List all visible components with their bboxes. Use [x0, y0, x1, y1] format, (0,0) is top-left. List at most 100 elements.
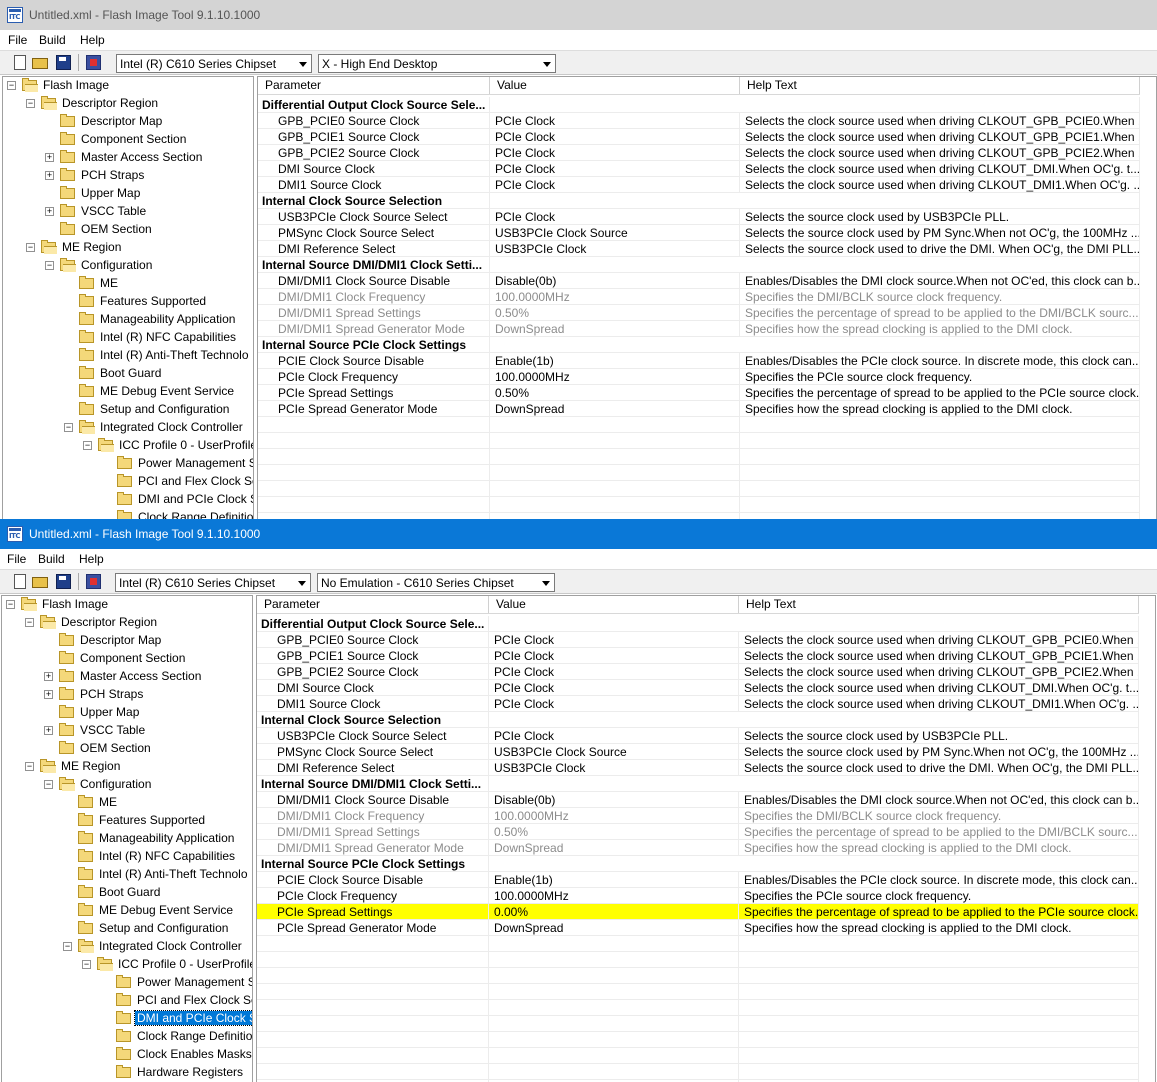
tree-node[interactable]: − Flash Image: [3, 77, 253, 95]
table-row[interactable]: PCIe Clock Frequency 100.0000MHz Specifies…: [257, 888, 1139, 904]
tree-node-label[interactable]: ME Region: [59, 759, 122, 773]
tree-node-label[interactable]: Descriptor Region: [60, 96, 160, 110]
value-cell[interactable]: PCIe Clock: [489, 680, 739, 696]
tree-node-label[interactable]: OEM Section: [79, 222, 154, 236]
tree-node[interactable]: + PCH Straps: [3, 167, 253, 185]
chevron-down-icon[interactable]: [295, 55, 311, 72]
tree-node-label[interactable]: PCH Straps: [78, 687, 145, 701]
tree-node[interactable]: Clock Range Definitio: [3, 509, 253, 519]
tree-node[interactable]: Manageability Application: [2, 830, 252, 848]
emulation-select[interactable]: X - High End Desktop: [318, 54, 556, 73]
save-icon[interactable]: [56, 574, 71, 589]
tree-node-label[interactable]: PCI and Flex Clock Set: [135, 993, 252, 1007]
tree-node[interactable]: + PCH Straps: [2, 686, 252, 704]
tree-node[interactable]: Boot Guard: [2, 884, 252, 902]
tree-node-label[interactable]: Master Access Section: [78, 669, 203, 683]
tree-node-label[interactable]: PCI and Flex Clock Set: [136, 474, 253, 488]
chevron-down-icon[interactable]: [294, 574, 310, 591]
navigation-tree[interactable]: − Flash Image − Descriptor Region Descriptor…: [1, 595, 253, 1082]
column-header-parameter[interactable]: Parameter: [258, 77, 490, 94]
tree-node[interactable]: Component Section: [3, 131, 253, 149]
collapse-icon[interactable]: −: [26, 99, 35, 108]
tree-node[interactable]: Descriptor Map: [3, 113, 253, 131]
column-header-value[interactable]: Value: [490, 77, 740, 94]
tree-node-label[interactable]: Configuration: [79, 258, 154, 272]
tree-node-label[interactable]: Component Section: [78, 651, 187, 665]
collapse-icon[interactable]: −: [25, 618, 34, 627]
tree-node[interactable]: Upper Map: [3, 185, 253, 203]
tree-node[interactable]: Descriptor Map: [2, 632, 252, 650]
collapse-icon[interactable]: −: [82, 960, 91, 969]
open-folder-icon[interactable]: [32, 577, 48, 588]
table-row[interactable]: PCIe Spread Generator Mode DownSpread Spec…: [258, 401, 1140, 417]
table-row[interactable]: GPB_PCIE1 Source Clock PCIe Clock Selects …: [257, 648, 1139, 664]
value-cell[interactable]: USB3PCIe Clock: [490, 241, 740, 257]
table-row[interactable]: PCIe Clock Frequency 100.0000MHz Specifies…: [258, 369, 1140, 385]
emulation-select[interactable]: No Emulation - C610 Series Chipset: [317, 573, 555, 592]
tree-node[interactable]: Intel (R) NFC Capabilities: [2, 848, 252, 866]
tree-node-label[interactable]: Flash Image: [40, 597, 110, 611]
collapse-icon[interactable]: −: [83, 441, 92, 450]
tree-node-label[interactable]: Integrated Clock Controller: [98, 420, 245, 434]
tree-node[interactable]: Clock Range Definitio: [2, 1028, 252, 1046]
tree-node[interactable]: Power Management S: [3, 455, 253, 473]
section-row[interactable]: Internal Source DMI/DMI1 Clock Setti...: [258, 257, 1140, 273]
tree-node-label[interactable]: Intel (R) Anti-Theft Technolo: [98, 348, 251, 362]
tree-node[interactable]: Intel (R) Anti-Theft Technolo: [2, 866, 252, 884]
tree-node-label[interactable]: Configuration: [78, 777, 153, 791]
value-cell[interactable]: Disable(0b): [489, 792, 739, 808]
tree-node-label[interactable]: PCH Straps: [79, 168, 146, 182]
expand-icon[interactable]: +: [45, 207, 54, 216]
value-cell[interactable]: USB3PCIe Clock Source: [490, 225, 740, 241]
save-icon[interactable]: [56, 55, 71, 70]
expand-icon[interactable]: +: [45, 153, 54, 162]
parameter-grid[interactable]: Parameter Value Help Text Differential O…: [256, 595, 1156, 1082]
tree-node-label[interactable]: Power Management S: [135, 975, 252, 989]
tree-node[interactable]: Power Management S: [2, 974, 252, 992]
table-row[interactable]: DMI1 Source Clock PCIe Clock Selects the c…: [258, 177, 1140, 193]
tree-node-label[interactable]: Clock Enables Masks: [135, 1047, 252, 1061]
tree-node[interactable]: PCI and Flex Clock Set: [3, 473, 253, 491]
tree-node[interactable]: − Descriptor Region: [3, 95, 253, 113]
column-header-help[interactable]: Help Text: [739, 596, 1139, 613]
tree-node-label[interactable]: Intel (R) NFC Capabilities: [98, 330, 238, 344]
section-row[interactable]: Differential Output Clock Source Sele...: [257, 616, 1139, 632]
tree-node[interactable]: Clock Enables Masks: [2, 1046, 252, 1064]
tree-node-label[interactable]: Boot Guard: [97, 885, 162, 899]
value-cell[interactable]: DownSpread: [490, 321, 740, 337]
value-cell[interactable]: Enable(1b): [489, 872, 739, 888]
table-row[interactable]: DMI Reference Select USB3PCIe Clock Select…: [257, 760, 1139, 776]
value-cell[interactable]: 100.0000MHz: [489, 888, 739, 904]
tree-node[interactable]: + Master Access Section: [3, 149, 253, 167]
tree-node[interactable]: PCI and Flex Clock Set: [2, 992, 252, 1010]
table-row[interactable]: DMI/DMI1 Spread Settings 0.50% Specifies t…: [258, 305, 1140, 321]
tree-node[interactable]: + VSCC Table: [3, 203, 253, 221]
tree-node[interactable]: − Integrated Clock Controller: [3, 419, 253, 437]
tree-node[interactable]: + VSCC Table: [2, 722, 252, 740]
value-cell[interactable]: PCIe Clock: [489, 696, 739, 712]
tree-node-label[interactable]: Flash Image: [41, 78, 111, 92]
tree-node[interactable]: − ICC Profile 0 - UserProfile: [3, 437, 253, 455]
section-row[interactable]: Differential Output Clock Source Sele...: [258, 97, 1140, 113]
tree-node[interactable]: Upper Map: [2, 704, 252, 722]
value-cell[interactable]: DownSpread: [490, 401, 740, 417]
tree-node-label[interactable]: OEM Section: [78, 741, 153, 755]
collapse-icon[interactable]: −: [64, 423, 73, 432]
collapse-icon[interactable]: −: [26, 243, 35, 252]
menu-file[interactable]: File: [8, 33, 27, 47]
tree-node[interactable]: − Configuration: [2, 776, 252, 794]
table-row[interactable]: PMSync Clock Source Select USB3PCIe Clock…: [257, 744, 1139, 760]
section-row[interactable]: Internal Source DMI/DMI1 Clock Setti...: [257, 776, 1139, 792]
tree-node[interactable]: Setup and Configuration: [3, 401, 253, 419]
value-cell[interactable]: 0.50%: [490, 305, 740, 321]
value-cell[interactable]: Enable(1b): [490, 353, 740, 369]
menu-help[interactable]: Help: [80, 33, 105, 47]
tree-node-label[interactable]: ICC Profile 0 - UserProfile: [116, 957, 252, 971]
menu-build[interactable]: Build: [38, 552, 65, 566]
section-row[interactable]: Internal Clock Source Selection: [258, 193, 1140, 209]
value-cell[interactable]: PCIe Clock: [489, 648, 739, 664]
tree-node-label[interactable]: Boot Guard: [98, 366, 163, 380]
collapse-icon[interactable]: −: [25, 762, 34, 771]
column-header-help[interactable]: Help Text: [740, 77, 1140, 94]
value-cell[interactable]: USB3PCIe Clock: [489, 760, 739, 776]
